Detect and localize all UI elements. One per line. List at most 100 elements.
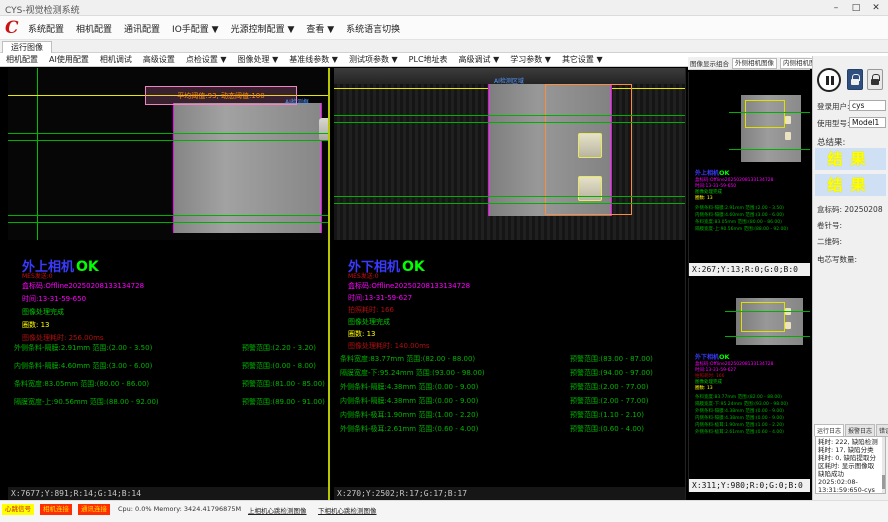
- measure-text: 外侧条料-极耳:2.61mm 范围:(0.60 - 4.00): [695, 430, 784, 435]
- measurement-row: 外侧条料-极耳:2.61mm 范围:(0.60 - 4.00)预警范围:(0.6…: [340, 424, 686, 434]
- menu-io-config[interactable]: IO手配置 ▼: [172, 22, 219, 35]
- measure-text: 外侧条料-隔膜:2.91mm 范围:(2.00 - 3.50): [695, 206, 784, 211]
- tool-camera-config[interactable]: 相机配置: [6, 54, 38, 65]
- battery-cell-image: [173, 103, 322, 233]
- tab-strip: 运行图像: [0, 40, 888, 53]
- measurement-row: 条料宽度:83.77mm 范围:(82.00 - 88.00)预警范围:(83.…: [340, 354, 686, 364]
- preview-top-coordinate-bar: X:267;Y:13;R:0;G:0;B:0: [689, 263, 810, 276]
- mes-status: MES发送:0: [348, 271, 379, 280]
- qr-code-label: 二维码:: [817, 236, 842, 247]
- measure-line: [729, 112, 810, 113]
- window-title: CYS-视觉检测系统: [5, 3, 80, 16]
- measurement-row: 条料宽度:83.05mm 范围:(80.00 - 86.00): [695, 219, 810, 225]
- winding-needle-label: 卷针号:: [817, 220, 842, 231]
- lower-camera-heartbeat-link[interactable]: 下相机心跳检测图像: [318, 505, 377, 515]
- measurement-row: 条料宽度:83.05mm 范围:(80.00 - 86.00) 预警范围:(81.…: [14, 379, 330, 389]
- preview-panel-top[interactable]: 外上相机OK 盒标码:Offline20250208133134728 时间:1…: [688, 72, 810, 276]
- tab-highlight: [785, 322, 791, 329]
- measure-text: 隔膜宽度-上:90.56mm 范围:(88.00 - 92.00): [695, 227, 788, 232]
- close-button[interactable]: ✕: [866, 0, 886, 16]
- box-barcode-line: 盒标码: 20250208: [817, 204, 883, 215]
- measure-line-2: [8, 140, 330, 141]
- tab-run-image[interactable]: 运行图像: [2, 41, 52, 53]
- login-user-field[interactable]: cys: [849, 100, 886, 111]
- tool-spot-check[interactable]: 点检设置 ▼: [186, 54, 227, 65]
- left-camera-panel: 平均阈值:93, 动态阈值:100 AI检测框 外上相机OK MES发送:0 盒…: [8, 68, 330, 500]
- right-camera-image[interactable]: AI检测区域: [334, 68, 686, 240]
- rounds-line: 圈数: 13: [695, 385, 713, 391]
- photo-time-line: 拍照耗时: 166: [348, 305, 394, 315]
- measurement-row: 隔膜宽度-上:90.56mm 范围:(88.00 - 92.00): [695, 226, 810, 232]
- tool-advanced-debug[interactable]: 高级调试 ▼: [459, 54, 500, 65]
- measure-line: [729, 149, 810, 150]
- measurement-row: 外侧条料-极耳:2.61mm 范围:(0.60 - 4.00): [695, 429, 810, 435]
- menu-view[interactable]: 查看 ▼: [306, 22, 334, 35]
- upper-camera-heartbeat-link[interactable]: 上相机心跳检测图像: [248, 505, 307, 515]
- measure-text: 条料宽度:83.05mm 范围:(80.00 - 86.00): [14, 380, 149, 388]
- warn-range-text: 预警范围:(1.10 - 2.10): [570, 410, 644, 420]
- tool-plc-address-table[interactable]: PLC地址表: [409, 54, 448, 65]
- process-done-line: 图像处理完成: [348, 317, 390, 327]
- lock-button[interactable]: [847, 69, 863, 90]
- log-line: 耗时: 222, 缺陷检测耗时: 17, 缺陷分类耗时: 0, 缺陷提取分区耗时…: [818, 438, 878, 478]
- tool-advanced-settings[interactable]: 高级设置: [143, 54, 175, 65]
- cpu-memory-readout: Cpu: 0.0% Memory: 3424.41796875M: [118, 505, 241, 513]
- measurement-row: 内侧条料-极耳:1.90mm 范围:(1.00 - 2.20) 预警范围:(1.1…: [340, 410, 686, 420]
- model-field[interactable]: Model1: [849, 117, 886, 128]
- menu-light-config[interactable]: 光源控制配置 ▼: [231, 22, 295, 35]
- measure-text: 条料宽度:83.05mm 范围:(80.00 - 86.00): [695, 220, 782, 225]
- measure-text: 隔膜宽度-下:95.24mm 范围:(93.00 - 98.00): [340, 369, 485, 377]
- measure-text: 外侧条料-隔膜:4.38mm 范围:(0.00 - 9.00): [340, 383, 478, 391]
- camera-name: 外下相机: [695, 354, 719, 361]
- measurement-row: 内侧条料-隔膜:4.38mm 范围:(0.00 - 9.00)预警范围:(2.0…: [340, 396, 686, 406]
- right-camera-panel: AI检测区域 外下相机OK MES发送:0 盒标码:Offline2025020…: [334, 68, 686, 500]
- measure-text: 外侧条料-极耳:2.61mm 范围:(0.60 - 4.00): [340, 425, 478, 433]
- barcode-line: 盒标码:Offline20250208133134728: [22, 281, 144, 291]
- warn-range-text: 预警范围:(81.00 - 85.00): [242, 379, 325, 389]
- unlock-icon: [871, 79, 879, 85]
- measurement-row: 外侧条料-隔膜:4.38mm 范围:(0.00 - 9.00) 预警范围:(2.0…: [340, 382, 686, 392]
- left-camera-image[interactable]: 平均阈值:93, 动态阈值:100 AI检测框: [8, 68, 330, 240]
- measure-line-2: [334, 122, 686, 123]
- measure-line: [725, 311, 810, 312]
- log-scrollbar[interactable]: [882, 437, 885, 493]
- tool-camera-debug[interactable]: 相机调试: [100, 54, 132, 65]
- measure-text: 内侧条料-极耳:1.90mm 范围:(1.00 - 2.20): [340, 411, 478, 419]
- lock-icon: [851, 79, 859, 85]
- log-line: 2025:02:08-13:31:59:650-cys—外上相机—图像处理耗时:…: [818, 478, 877, 494]
- measure-text: 隔膜宽度-上:90.56mm 范围:(88.00 - 92.00): [14, 398, 159, 406]
- result-ok: OK: [719, 353, 730, 361]
- measure-line-1: [8, 133, 330, 134]
- tool-test-params[interactable]: 测试项参数 ▼: [349, 54, 398, 65]
- warn-range-text: 预警范围:(2.00 - 77.00): [570, 382, 648, 392]
- threshold-text: 平均阈值:93, 动态阈值:100: [177, 91, 264, 101]
- measure-text: 条料宽度:83.77mm 范围:(82.00 - 88.00): [340, 355, 475, 363]
- pause-button[interactable]: [817, 68, 841, 92]
- tool-baseline-params[interactable]: 基准线参数 ▼: [289, 54, 338, 65]
- tool-image-processing[interactable]: 图像处理 ▼: [238, 54, 279, 65]
- measure-text: 内侧条料-隔膜:4.60mm 范围:(3.00 - 6.00): [14, 362, 152, 370]
- rounds-line: 圈数: 13: [695, 195, 713, 201]
- minimize-button[interactable]: –: [826, 0, 846, 16]
- menu-system-config[interactable]: 系统配置: [28, 22, 64, 35]
- measure-text: 内侧条料-隔膜:4.60mm 范围:(3.00 - 6.00): [695, 213, 784, 218]
- tool-ai-usage-config[interactable]: AI使用配置: [49, 54, 89, 65]
- preview-panel-bottom[interactable]: 外下相机OK 盒标码:Offline20250208133134728 时间:1…: [688, 278, 810, 492]
- menu-camera-config[interactable]: 相机配置: [76, 22, 112, 35]
- result-text: 结果: [827, 176, 873, 194]
- ai-detect-label: AI检测区域: [494, 76, 524, 85]
- preview-tab-outer[interactable]: 外侧相机图像: [732, 58, 777, 69]
- tool-other-settings[interactable]: 其它设置 ▼: [562, 54, 603, 65]
- process-done-line: 图像处理完成: [22, 307, 64, 317]
- maximize-button[interactable]: □: [846, 0, 866, 16]
- tool-learning-params[interactable]: 学习参数 ▼: [510, 54, 551, 65]
- login-user-label: 登录用户:: [817, 101, 850, 112]
- unlock-button[interactable]: [867, 69, 883, 90]
- menu-language-switch[interactable]: 系统语言切换: [346, 22, 400, 35]
- menu-comm-config[interactable]: 通讯配置: [124, 22, 160, 35]
- statusbar: 心跳信号 相机连接 通讯连接 Cpu: 0.0% Memory: 3424.41…: [0, 500, 888, 522]
- log-output[interactable]: 耗时: 222, 缺陷检测耗时: 17, 缺陷分类耗时: 0, 缺陷提取分区耗时…: [815, 436, 886, 494]
- comm-connection-badge: 通讯连接: [78, 504, 110, 515]
- heartbeat-status-badge: 心跳信号: [2, 504, 34, 515]
- preview-tabs-label: 图像显示组合: [690, 58, 729, 68]
